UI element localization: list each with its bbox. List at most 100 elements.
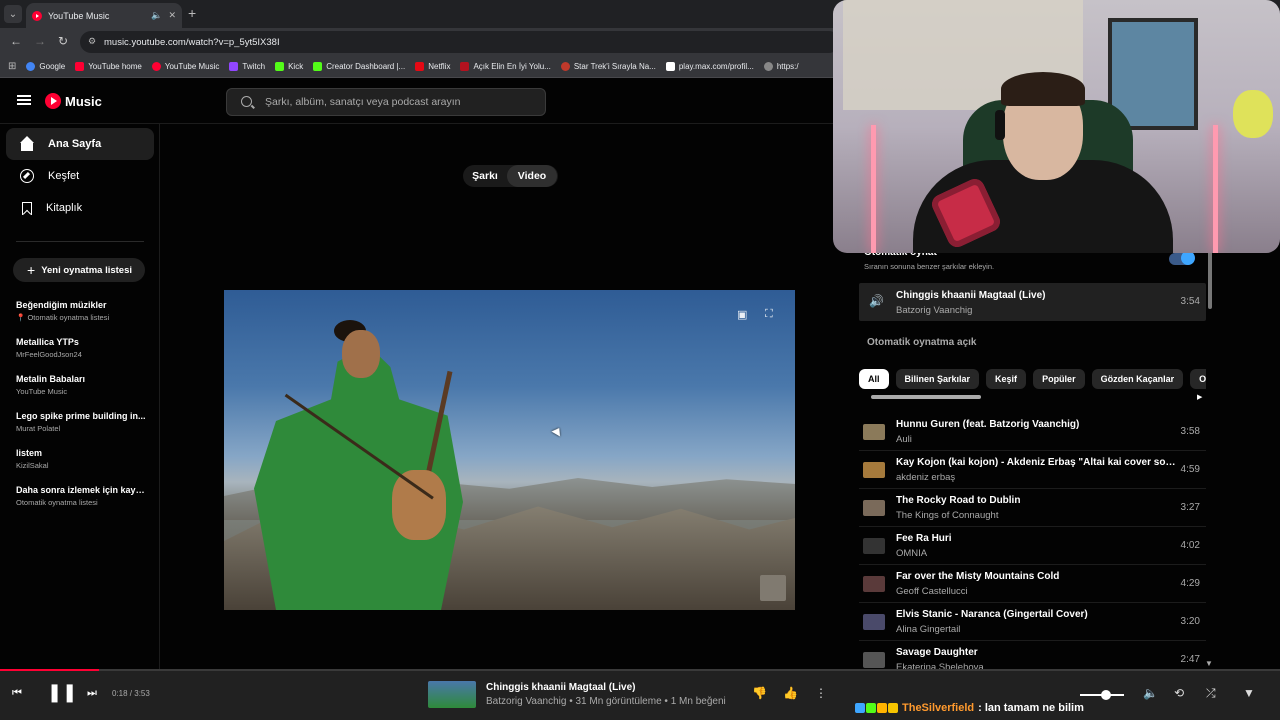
scroll-down-icon[interactable]: ▼	[1205, 659, 1213, 668]
bookmark-netflix[interactable]: Netflix	[415, 62, 450, 71]
netflix-icon	[460, 62, 470, 71]
back-icon[interactable]: ←	[10, 34, 22, 48]
chips-scrollbar[interactable]	[871, 395, 981, 399]
bookmark-creator-dashboard[interactable]: Creator Dashboard |...	[313, 62, 405, 71]
queue-item-title: Savage Daughter	[896, 647, 978, 658]
forward-icon[interactable]: →	[34, 34, 46, 48]
sidebar-item-explore[interactable]: Keşfet	[6, 160, 154, 192]
sidebar-playlist[interactable]: Daha sonra izlemek için kayd... Otomatik…	[16, 485, 148, 507]
expand-queue-icon[interactable]: ▼	[1243, 686, 1255, 700]
tab-list-icon[interactable]: ⌄	[4, 5, 22, 23]
queue-item-title: Far over the Misty Mountains Cold	[896, 571, 1060, 582]
sidebar-playlist[interactable]: Metalin Babaları YouTube Music	[16, 374, 148, 396]
speaker-icon[interactable]: 🔈	[151, 10, 162, 21]
plus-icon: +	[27, 262, 36, 278]
queue-item[interactable]: Far over the Misty Mountains Cold Geoff C…	[859, 565, 1206, 603]
bookmark-https[interactable]: https:/	[763, 62, 799, 71]
queue-item[interactable]: Fee Ra Huri OMNIA 4:02	[859, 527, 1206, 565]
queue-item[interactable]: Hunnu Guren (feat. Batzorig Vaanchig) Aul…	[859, 413, 1206, 451]
like-icon[interactable]: 👍	[783, 686, 798, 700]
queue-item-title: Hunnu Guren (feat. Batzorig Vaanchig)	[896, 419, 1080, 430]
shuffle-icon[interactable]: ⤮	[1206, 686, 1216, 701]
sidebar-playlist[interactable]: listem KizilSakal	[16, 448, 148, 470]
toggle-video[interactable]: Video	[507, 165, 557, 187]
queue-scrollbar[interactable]	[1208, 249, 1212, 309]
home-icon	[20, 136, 34, 151]
chip-popular[interactable]: Popüler	[1033, 369, 1085, 389]
tab-title: YouTube Music	[48, 10, 110, 21]
new-tab-button[interactable]: +	[188, 5, 196, 21]
track-subtitle: Batzorig Vaanchig • 31 Mn görüntüleme • …	[486, 696, 726, 707]
more-options-icon[interactable]: ⋮	[815, 686, 827, 700]
player-bar: ⏮ ❚❚ ⏭ 0:18 / 3:53 Chinggis khaanii Magt…	[0, 669, 1280, 720]
progress-bar[interactable]	[0, 669, 1280, 671]
repeat-icon[interactable]: ⟲	[1174, 686, 1184, 700]
ytmusic-logo[interactable]: Music	[45, 93, 102, 109]
sidebar-item-library[interactable]: Kitaplık	[6, 192, 154, 224]
previous-icon[interactable]: ⏮	[12, 687, 22, 700]
kick-icon	[313, 62, 323, 71]
sidebar-item-home[interactable]: Ana Sayfa	[6, 128, 154, 160]
netflix-icon	[415, 62, 425, 71]
sidebar-playlist[interactable]: Lego spike prime building in... Murat Po…	[16, 411, 148, 433]
video-instrument	[392, 470, 446, 540]
google-icon	[26, 62, 36, 71]
chip-discover[interactable]: Keşif	[986, 369, 1027, 389]
dislike-icon[interactable]: 👎	[752, 686, 767, 700]
new-playlist-button[interactable]: + Yeni oynatma listesi	[13, 258, 145, 282]
track-thumbnail[interactable]	[428, 681, 476, 708]
search-input[interactable]: Şarkı, albüm, sanatçı veya podcast arayı…	[226, 88, 546, 116]
volume-knob[interactable]	[1101, 690, 1111, 700]
url-field[interactable]: ⚙ music.youtube.com/watch?v=p_5yt5IX38I	[80, 31, 840, 53]
compass-icon	[20, 169, 34, 183]
miniplayer-icon[interactable]: ▣	[737, 308, 747, 321]
queue-item[interactable]: The Rocky Road to Dublin The Kings of Con…	[859, 489, 1206, 527]
sidebar-playlist[interactable]: Metallica YTPs MrFeelGoodJson24	[16, 337, 148, 359]
close-icon[interactable]: ✕	[168, 10, 176, 21]
bookmark-acik-el[interactable]: Açık Elin En İyi Yolu...	[460, 62, 551, 71]
next-icon[interactable]: ⏭	[87, 687, 97, 700]
track-title[interactable]: Chinggis khaanii Magtaal (Live)	[486, 682, 635, 693]
webcam-streamer-hair	[1001, 72, 1085, 106]
autoplay-toggle[interactable]	[1169, 251, 1195, 265]
progress-fill	[0, 669, 99, 671]
apps-icon[interactable]: ⊞	[8, 61, 16, 72]
browser-tab[interactable]: YouTube Music 🔈 ✕	[26, 3, 182, 28]
bookmark-google[interactable]: Google	[26, 62, 65, 71]
sidebar: Ana Sayfa Keşfet Kitaplık + Yeni oynatma…	[0, 124, 160, 670]
queue-item-duration: 3:20	[1180, 616, 1200, 627]
toggle-song[interactable]: Şarkı	[463, 165, 507, 187]
chip-all[interactable]: All	[859, 369, 889, 389]
fullscreen-icon[interactable]: ⛶	[765, 308, 773, 321]
webcam-plush-toy	[1233, 90, 1273, 138]
bookmark-kick[interactable]: Kick	[275, 62, 303, 71]
chip-deep-cuts[interactable]: Gözden Kaçanlar	[1091, 369, 1184, 389]
queue-current-item[interactable]: 🔊 Chinggis khaanii Magtaal (Live) Batzor…	[859, 283, 1206, 321]
bookmark-max[interactable]: play.max.com/profil...	[665, 62, 754, 71]
queue-item[interactable]: Elvis Stanic - Naranca (Gingertail Cover…	[859, 603, 1206, 641]
channel-watermark[interactable]	[760, 575, 786, 601]
queue-filter-chips: All Bilinen Şarkılar Keşif Popüler Gözde…	[859, 369, 1206, 391]
queue-item[interactable]: Kay Kojon (kai kojon) - Akdeniz Erbaş "A…	[859, 451, 1206, 489]
bookmark-twitch[interactable]: Twitch	[229, 62, 265, 71]
site-info-icon[interactable]: ⚙	[88, 36, 96, 47]
video-performer-head	[342, 330, 380, 378]
menu-icon[interactable]	[17, 95, 31, 105]
pause-icon[interactable]: ❚❚	[47, 682, 77, 703]
sidebar-playlist[interactable]: Beğendiğim müzikler 📍 Otomatik oynatma l…	[16, 300, 148, 322]
chip-known-songs[interactable]: Bilinen Şarkılar	[895, 369, 980, 389]
reload-icon[interactable]: ↻	[58, 34, 68, 48]
chip-focus[interactable]: Odakl	[1190, 369, 1206, 389]
search-placeholder: Şarkı, albüm, sanatçı veya podcast arayı…	[265, 96, 461, 108]
queue-item-thumbnail	[863, 424, 885, 440]
webcam-light-right	[1213, 125, 1218, 253]
bookmark-youtube-home[interactable]: YouTube home	[75, 62, 142, 71]
video-player[interactable]: ▣ ⛶	[224, 290, 795, 610]
bookmark-star-trek[interactable]: Star Trek'i Sırayla Na...	[560, 62, 656, 71]
webcam-headset	[995, 110, 1005, 140]
bookmark-youtube-music[interactable]: YouTube Music	[151, 62, 219, 71]
queue-item-duration: 2:47	[1180, 654, 1200, 665]
chevron-right-icon[interactable]: ▶	[1197, 393, 1202, 401]
queue-item-duration: 3:58	[1180, 426, 1200, 437]
volume-icon[interactable]: 🔈	[1143, 686, 1158, 700]
